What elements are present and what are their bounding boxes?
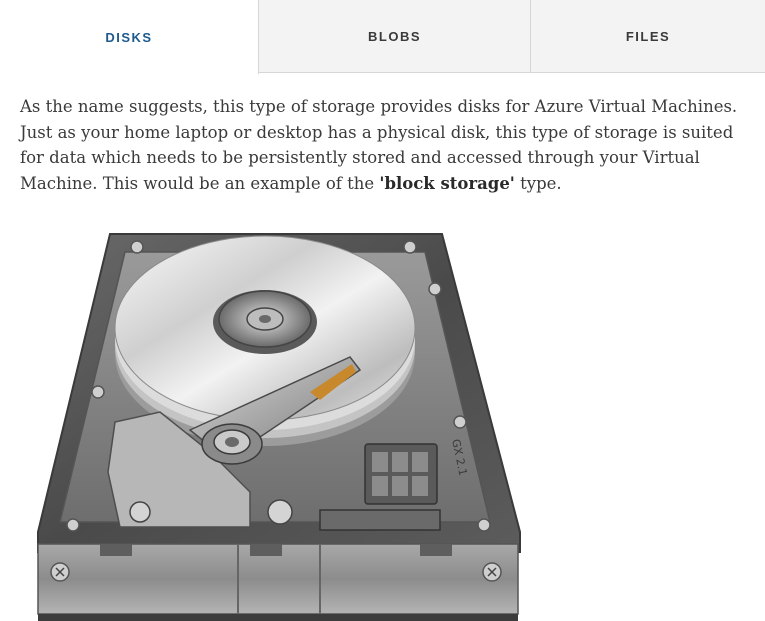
description-text-end: type. bbox=[514, 173, 562, 193]
tab-blobs[interactable]: BLOBS bbox=[259, 0, 531, 73]
block-storage-emphasis: 'block storage' bbox=[379, 173, 515, 193]
hard-disk-drive-icon: GX 2.1 bbox=[37, 233, 521, 621]
disks-description: As the name suggests, this type of stora… bbox=[20, 94, 760, 196]
tab-disks[interactable]: DISKS bbox=[0, 0, 259, 74]
storage-type-tabs: DISKS BLOBS FILES bbox=[0, 0, 765, 74]
tab-files[interactable]: FILES bbox=[531, 0, 765, 73]
